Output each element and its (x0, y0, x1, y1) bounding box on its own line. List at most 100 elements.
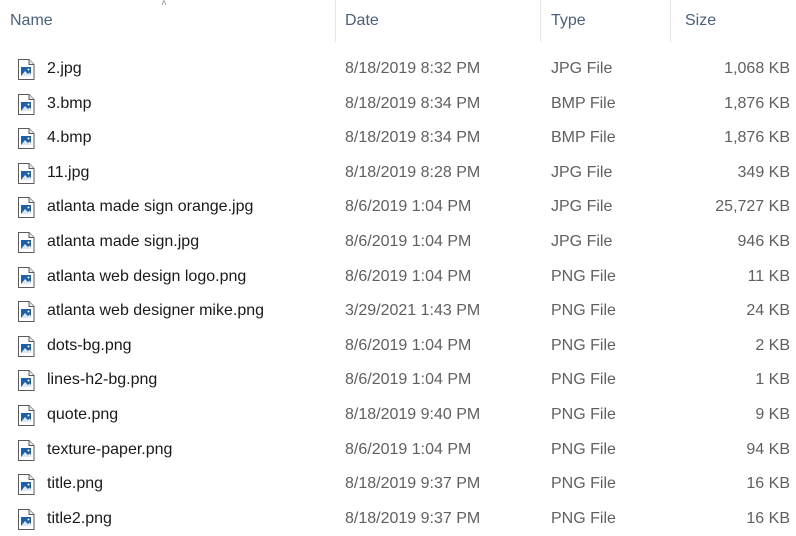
file-row[interactable]: texture-paper.png 8/6/2019 1:04 PM PNG Fil… (0, 433, 796, 468)
sort-indicator-icon: ˄ (161, 0, 169, 9)
file-name[interactable]: lines-h2-bg.png (47, 363, 337, 398)
column-header-name[interactable]: Name (10, 9, 53, 33)
column-divider[interactable] (670, 0, 671, 42)
file-row[interactable]: atlanta made sign.jpg 8/6/2019 1:04 PM JPG… (0, 225, 796, 260)
file-name[interactable]: atlanta web designer mike.png (47, 294, 337, 329)
file-row[interactable]: dots-bg.png 8/6/2019 1:04 PM PNG File 2 KB (0, 329, 796, 364)
file-size: 1,876 KB (724, 129, 790, 147)
image-file-icon (18, 93, 35, 115)
file-type: PNG File (551, 371, 616, 389)
file-type: PNG File (551, 509, 616, 527)
image-file-icon (18, 128, 35, 150)
file-size: 1 KB (755, 371, 790, 389)
image-file-icon (18, 231, 35, 253)
file-icon-cell (17, 52, 39, 87)
file-row[interactable]: atlanta web designer mike.png 3/29/2021 1… (0, 294, 796, 329)
file-name[interactable]: quote.png (47, 398, 337, 433)
file-icon-cell (17, 467, 39, 502)
file-icon-cell (17, 363, 39, 398)
file-row[interactable]: atlanta made sign orange.jpg 8/6/2019 1:0… (0, 190, 796, 225)
file-icon-cell (17, 190, 39, 225)
image-file-icon (18, 370, 35, 392)
file-type: PNG File (551, 302, 616, 320)
file-size: 349 KB (737, 163, 790, 181)
file-name[interactable]: 11.jpg (47, 156, 337, 191)
file-date: 8/18/2019 8:34 PM (345, 129, 481, 147)
file-date: 8/18/2019 8:34 PM (345, 94, 481, 112)
image-file-icon (18, 508, 35, 530)
column-header-type[interactable]: Type (551, 9, 586, 33)
column-divider[interactable] (540, 0, 541, 42)
file-type: PNG File (551, 267, 616, 285)
file-size: 1,876 KB (724, 94, 790, 112)
file-name[interactable]: 3.bmp (47, 87, 337, 122)
file-row[interactable]: title.png 8/18/2019 9:37 PM PNG File 16 KB (0, 467, 796, 502)
image-file-icon (18, 335, 35, 357)
file-icon-cell (17, 294, 39, 329)
file-size: 16 KB (746, 475, 790, 493)
file-type: PNG File (551, 336, 616, 354)
file-icon-cell (17, 329, 39, 364)
file-date: 8/18/2019 8:32 PM (345, 60, 481, 77)
file-size: 16 KB (746, 509, 790, 527)
file-row[interactable]: title2.png 8/18/2019 9:37 PM PNG File 16 KB (0, 502, 796, 536)
file-row[interactable]: atlanta web design logo.png 8/6/2019 1:04… (0, 260, 796, 295)
file-icon-cell (17, 87, 39, 122)
column-header-bar: ˄ Name Date Type Size (0, 0, 796, 42)
file-type: PNG File (551, 475, 616, 493)
file-type: PNG File (551, 405, 616, 423)
file-date: 8/6/2019 1:04 PM (345, 336, 472, 354)
column-header-size[interactable]: Size (685, 9, 716, 33)
file-name[interactable]: 2.jpg (47, 52, 337, 87)
file-row[interactable]: quote.png 8/18/2019 9:40 PM PNG File 9 KB (0, 398, 796, 433)
file-icon-cell (17, 121, 39, 156)
file-row[interactable]: 3.bmp 8/18/2019 8:34 PM BMP File 1,876 KB (0, 87, 796, 122)
column-divider[interactable] (335, 0, 336, 42)
file-size: 1,068 KB (724, 60, 790, 77)
file-row[interactable]: lines-h2-bg.png 8/6/2019 1:04 PM PNG File 1… (0, 363, 796, 398)
file-name[interactable]: atlanta made sign orange.jpg (47, 190, 337, 225)
image-file-icon (18, 197, 35, 219)
file-list-view: ˄ Name Date Type Size 2.jpg 8/18/2019 8:3… (0, 0, 796, 536)
file-icon-cell (17, 398, 39, 433)
file-size: 11 KB (747, 267, 790, 285)
file-date: 8/6/2019 1:04 PM (345, 440, 472, 458)
file-date: 3/29/2021 1:43 PM (345, 302, 481, 320)
column-header-date[interactable]: Date (345, 9, 379, 33)
file-name[interactable]: atlanta web design logo.png (47, 260, 337, 295)
image-file-icon (18, 59, 35, 80)
file-type: JPG File (551, 163, 613, 181)
file-size: 24 KB (746, 302, 790, 320)
file-name[interactable]: title2.png (47, 502, 337, 536)
image-file-icon (18, 439, 35, 461)
file-size: 9 KB (755, 405, 790, 423)
file-name[interactable]: title.png (47, 467, 337, 502)
file-name[interactable]: dots-bg.png (47, 329, 337, 364)
file-icon-cell (17, 156, 39, 191)
file-row[interactable]: 11.jpg 8/18/2019 8:28 PM JPG File 349 KB (0, 156, 796, 191)
file-name[interactable]: atlanta made sign.jpg (47, 225, 337, 260)
file-date: 8/6/2019 1:04 PM (345, 198, 472, 216)
file-type: PNG File (551, 440, 616, 458)
file-size: 25,727 KB (715, 198, 790, 216)
file-row[interactable]: 4.bmp 8/18/2019 8:34 PM BMP File 1,876 KB (0, 121, 796, 156)
file-rows: 2.jpg 8/18/2019 8:32 PM JPG File 1,068 KB 3.… (0, 52, 796, 536)
file-icon-cell (17, 225, 39, 260)
image-file-icon (18, 474, 35, 496)
file-name[interactable]: 4.bmp (47, 121, 337, 156)
file-date: 8/18/2019 8:28 PM (345, 163, 481, 181)
file-type: JPG File (551, 232, 613, 250)
file-date: 8/18/2019 9:37 PM (345, 509, 481, 527)
file-date: 8/18/2019 9:37 PM (345, 475, 481, 493)
image-file-icon (18, 404, 35, 426)
file-date: 8/6/2019 1:04 PM (345, 267, 472, 285)
file-name[interactable]: texture-paper.png (47, 433, 337, 468)
file-date: 8/6/2019 1:04 PM (345, 232, 472, 250)
image-file-icon (18, 162, 35, 184)
image-file-icon (18, 266, 35, 288)
file-size: 2 KB (755, 336, 790, 354)
file-icon-cell (17, 260, 39, 295)
file-row[interactable]: 2.jpg 8/18/2019 8:32 PM JPG File 1,068 KB (0, 52, 796, 87)
file-size: 946 KB (737, 232, 790, 250)
file-icon-cell (17, 502, 39, 536)
